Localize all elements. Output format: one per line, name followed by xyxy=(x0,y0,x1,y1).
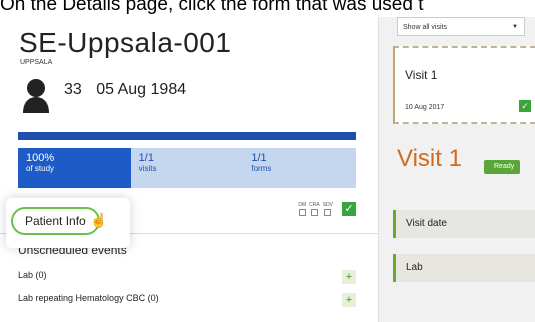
study-progress-bar xyxy=(18,132,356,140)
visits-panel: Show all visits ▼ Visit 1 10 Aug 2017 ✓ … xyxy=(378,17,535,322)
stat-study: 100% of study xyxy=(18,148,131,188)
visit-card-title: Visit 1 xyxy=(405,68,438,82)
filter-value: Show all visits xyxy=(403,24,447,31)
form-row: Patient Info ☝ DM CRA SDV ✓ xyxy=(0,193,378,248)
dm-checkbox[interactable] xyxy=(298,209,306,216)
event-label: Lab (0) xyxy=(18,270,47,280)
cra-checkbox[interactable] xyxy=(310,209,318,216)
add-event-button[interactable]: + xyxy=(342,293,356,307)
stat-visits: 1/1 visits xyxy=(130,148,244,188)
section-visit-date[interactable]: Visit date xyxy=(393,210,535,238)
visit-complete-check-icon: ✓ xyxy=(519,100,531,112)
progress-stats: 100% of study 1/1 visits 1/1 forms xyxy=(18,148,357,188)
stat-label: forms xyxy=(251,164,272,173)
visit-filter-select[interactable]: Show all visits ▼ xyxy=(397,17,525,36)
stat-forms: 1/1 forms xyxy=(243,148,357,188)
role-label: DM xyxy=(298,202,307,208)
role-label: SDV xyxy=(322,202,333,208)
sdv-checkbox[interactable] xyxy=(324,209,332,216)
patient-info-highlight: Patient Info ☝ xyxy=(6,198,130,248)
demographics: 33 05 Aug 1984 xyxy=(64,81,196,99)
stat-label: of study xyxy=(26,164,55,173)
subject-age: 33 xyxy=(64,81,82,98)
event-row-hematology: Lab repeating Hematology CBC (0) + xyxy=(18,293,356,311)
stat-label: visits xyxy=(138,164,157,173)
person-icon xyxy=(23,79,49,113)
form-complete-check-icon: ✓ xyxy=(342,202,356,216)
hand-cursor-icon: ☝ xyxy=(90,212,108,228)
visit-card[interactable]: Visit 1 10 Aug 2017 ✓ xyxy=(393,46,535,124)
patient-info-form-link[interactable]: Patient Info xyxy=(11,207,100,235)
visit-card-date: 10 Aug 2017 xyxy=(405,104,445,111)
event-row-lab: Lab (0) + xyxy=(18,270,356,288)
stat-value: 1/1 xyxy=(251,152,267,164)
visit-title: Visit 1 xyxy=(397,145,462,172)
role-checkboxes: DM CRA SDV xyxy=(298,202,333,216)
section-lab[interactable]: Lab xyxy=(393,254,535,282)
subject-id: SE-Uppsala-001 xyxy=(19,27,232,58)
subject-details-panel: SE-Uppsala-001 UPPSALA 33 05 Aug 1984 10… xyxy=(0,17,378,322)
role-label: CRA xyxy=(309,202,320,208)
stat-value: 100% xyxy=(26,152,55,164)
add-event-button[interactable]: + xyxy=(342,270,356,284)
caret-down-icon: ▼ xyxy=(512,24,518,30)
instruction-caption: On the Details page, click the form that… xyxy=(0,0,424,15)
site-name: UPPSALA xyxy=(20,59,53,66)
stat-value: 1/1 xyxy=(138,152,154,164)
subject-dob: 05 Aug 1984 xyxy=(96,81,187,98)
status-badge: Ready xyxy=(484,160,521,174)
event-label: Lab repeating Hematology CBC (0) xyxy=(18,293,159,303)
